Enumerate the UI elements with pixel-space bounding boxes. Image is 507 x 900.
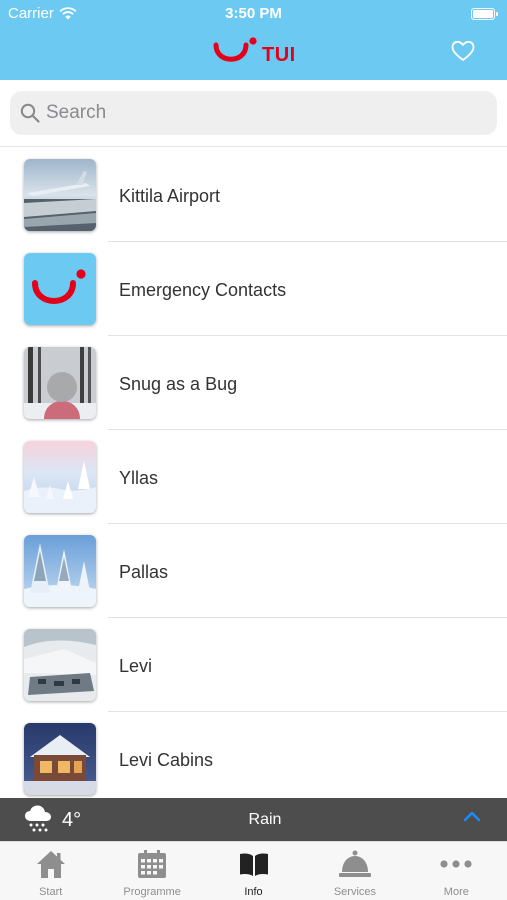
search-bar[interactable] (10, 91, 497, 135)
favorites-button[interactable] (451, 40, 475, 67)
wool-hat-thumbnail (24, 347, 96, 419)
list-item-levi[interactable]: Levi (0, 618, 507, 712)
tab-info[interactable]: Info (203, 842, 304, 900)
ski-resort-thumbnail (24, 629, 96, 701)
tab-label: Programme (123, 886, 181, 898)
list-item-levi-cabins[interactable]: Levi Cabins (0, 712, 507, 798)
tab-more[interactable]: More (406, 842, 507, 900)
list-item-kittila-airport[interactable]: Kittila Airport (0, 148, 507, 242)
snowy-forest-thumbnail (24, 535, 96, 607)
status-bar: Carrier 3:50 PM (0, 0, 507, 28)
search-input[interactable] (46, 102, 466, 124)
brand-name: TUI (262, 43, 296, 66)
home-icon (36, 851, 65, 878)
calendar-icon (138, 850, 167, 878)
tab-label: Services (333, 886, 377, 898)
list-item-label: Levi (119, 656, 153, 676)
tui-logo-thumbnail (24, 253, 96, 325)
tab-services[interactable]: Services (304, 842, 405, 900)
list-item-label: Yllas (119, 468, 159, 488)
clock: 3:50 PM (225, 5, 282, 22)
more-dots-icon (440, 860, 472, 868)
info-list: Kittila Airport Emergency Contacts Snug … (0, 148, 507, 798)
tab-label: Start (39, 886, 63, 898)
tab-bar: Start Programme Info Services More (0, 841, 507, 900)
list-item-yllas[interactable]: Yllas (0, 430, 507, 524)
list-item-snug-as-a-bug[interactable]: Snug as a Bug (0, 336, 507, 430)
heart-icon (451, 40, 475, 61)
list-item-label: Snug as a Bug (119, 374, 238, 394)
snowy-trees-thumbnail (24, 441, 96, 513)
battery-icon (471, 8, 498, 20)
list-item-pallas[interactable]: Pallas (0, 524, 507, 618)
list-item-label: Pallas (119, 562, 169, 582)
tui-logo: TUI (212, 36, 296, 68)
list-item-emergency-contacts[interactable]: Emergency Contacts (0, 242, 507, 336)
list-item-label: Emergency Contacts (119, 280, 287, 300)
weather-bar[interactable]: 4° Rain (0, 798, 507, 841)
navigation-bar: TUI (0, 28, 507, 80)
tui-smile-icon (213, 37, 257, 62)
airplane-wing-thumbnail (24, 159, 96, 231)
weather-condition: Rain (248, 811, 282, 828)
chevron-up-icon[interactable] (463, 810, 481, 824)
list-item-label: Levi Cabins (119, 750, 214, 770)
tab-label: More (443, 886, 469, 898)
tab-programme[interactable]: Programme (101, 842, 202, 900)
book-icon (239, 853, 268, 876)
search-area (0, 80, 507, 147)
search-icon (20, 103, 40, 123)
cabin-thumbnail (24, 723, 96, 795)
service-bell-icon (338, 850, 371, 877)
tab-start[interactable]: Start (0, 842, 101, 900)
list-item-label: Kittila Airport (119, 186, 221, 206)
tab-label: Info (244, 886, 263, 898)
